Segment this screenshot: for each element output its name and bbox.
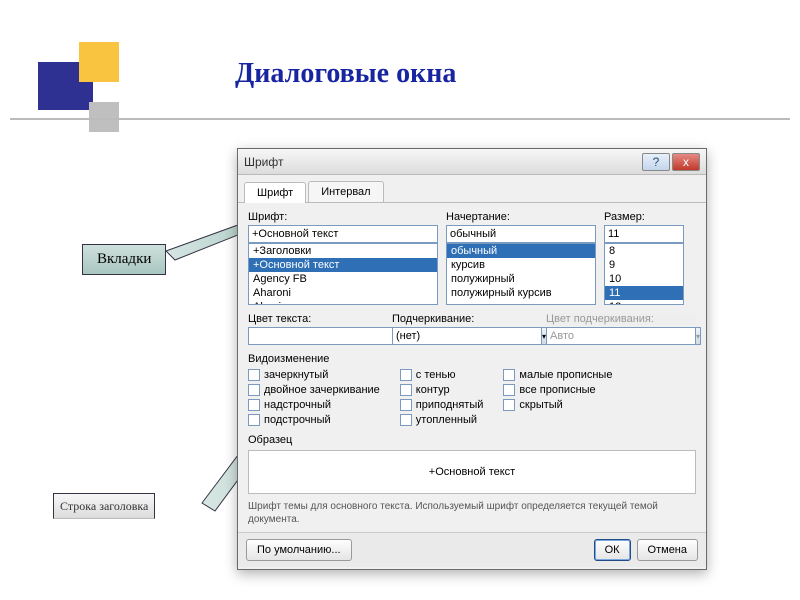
ok-button[interactable]: ОК (594, 539, 631, 561)
style-label: Начертание: (446, 211, 596, 223)
close-icon: x (683, 155, 689, 169)
list-item[interactable]: 8 (605, 244, 683, 258)
size-input[interactable] (604, 225, 684, 243)
sample-label: Образец (248, 434, 696, 446)
checkbox-subscript[interactable]: подстрочный (248, 414, 380, 426)
checkbox-superscript[interactable]: надстрочный (248, 399, 380, 411)
list-item[interactable]: Aharoni (249, 286, 437, 300)
color-combo[interactable]: ▾ (248, 327, 378, 345)
help-icon: ? (653, 155, 660, 169)
help-button[interactable]: ? (642, 153, 670, 171)
list-item[interactable]: 12 (605, 300, 683, 305)
checkbox-double-strike[interactable]: двойное зачеркивание (248, 384, 380, 396)
tab-interval[interactable]: Интервал (308, 181, 383, 202)
font-dialog: Шрифт ? x Шрифт Интервал Шрифт: +Заголов… (237, 148, 707, 570)
checkbox-strikethrough[interactable]: зачеркнутый (248, 369, 380, 381)
list-item[interactable]: +Заголовки (249, 244, 437, 258)
underline-value[interactable] (392, 327, 542, 345)
underline-label: Подчеркивание: (392, 313, 532, 325)
underline-color-value (546, 327, 696, 345)
hint-text: Шрифт темы для основного текста. Использ… (248, 500, 696, 526)
dialog-title: Шрифт (244, 155, 283, 169)
slide-title: Диалоговые окна (235, 58, 456, 90)
font-label: Шрифт: (248, 211, 438, 223)
list-item[interactable]: +Основной текст (249, 258, 437, 272)
style-list[interactable]: обычный курсив полужирный полужирный кур… (446, 243, 596, 305)
dialog-titlebar[interactable]: Шрифт ? x (238, 149, 706, 175)
color-value[interactable] (248, 327, 398, 345)
color-label: Цвет текста: (248, 313, 378, 325)
size-label: Размер: (604, 211, 684, 223)
checkbox-hidden[interactable]: скрытый (503, 399, 612, 411)
font-input[interactable] (248, 225, 438, 243)
callout-titlebar: Строка заголовка (53, 493, 155, 519)
list-item[interactable]: Algerian (249, 300, 437, 305)
deco-square-yellow (79, 42, 119, 82)
checkbox-allcaps[interactable]: все прописные (503, 384, 612, 396)
sample-text: +Основной текст (429, 466, 515, 478)
default-button[interactable]: По умолчанию... (246, 539, 352, 561)
close-button[interactable]: x (672, 153, 700, 171)
list-item[interactable]: 10 (605, 272, 683, 286)
checkbox-emboss[interactable]: приподнятый (400, 399, 484, 411)
style-input[interactable] (446, 225, 596, 243)
tabstrip: Шрифт Интервал (238, 175, 706, 203)
effects-label: Видоизменение (248, 353, 696, 365)
chevron-down-icon: ▾ (696, 327, 701, 345)
cancel-button[interactable]: Отмена (637, 539, 698, 561)
list-item[interactable]: обычный (447, 244, 595, 258)
font-list[interactable]: +Заголовки +Основной текст Agency FB Aha… (248, 243, 438, 305)
tab-font[interactable]: Шрифт (244, 182, 306, 203)
list-item[interactable]: 9 (605, 258, 683, 272)
checkbox-smallcaps[interactable]: малые прописные (503, 369, 612, 381)
list-item[interactable]: полужирный (447, 272, 595, 286)
checkbox-outline[interactable]: контур (400, 384, 484, 396)
underline-color-label: Цвет подчеркивания: (546, 313, 696, 325)
sample-box: +Основной текст (248, 450, 696, 494)
divider-line (10, 118, 790, 120)
callout-tabs: Вкладки (82, 244, 166, 275)
checkbox-shadow[interactable]: с тенью (400, 369, 484, 381)
list-item[interactable]: курсив (447, 258, 595, 272)
list-item[interactable]: 11 (605, 286, 683, 300)
size-list[interactable]: 8 9 10 11 12 (604, 243, 684, 305)
checkbox-engrave[interactable]: утопленный (400, 414, 484, 426)
deco-square-gray (89, 102, 119, 132)
list-item[interactable]: Agency FB (249, 272, 437, 286)
list-item[interactable]: полужирный курсив (447, 286, 595, 300)
underline-color-combo: ▾ (546, 327, 696, 345)
underline-combo[interactable]: ▾ (392, 327, 532, 345)
